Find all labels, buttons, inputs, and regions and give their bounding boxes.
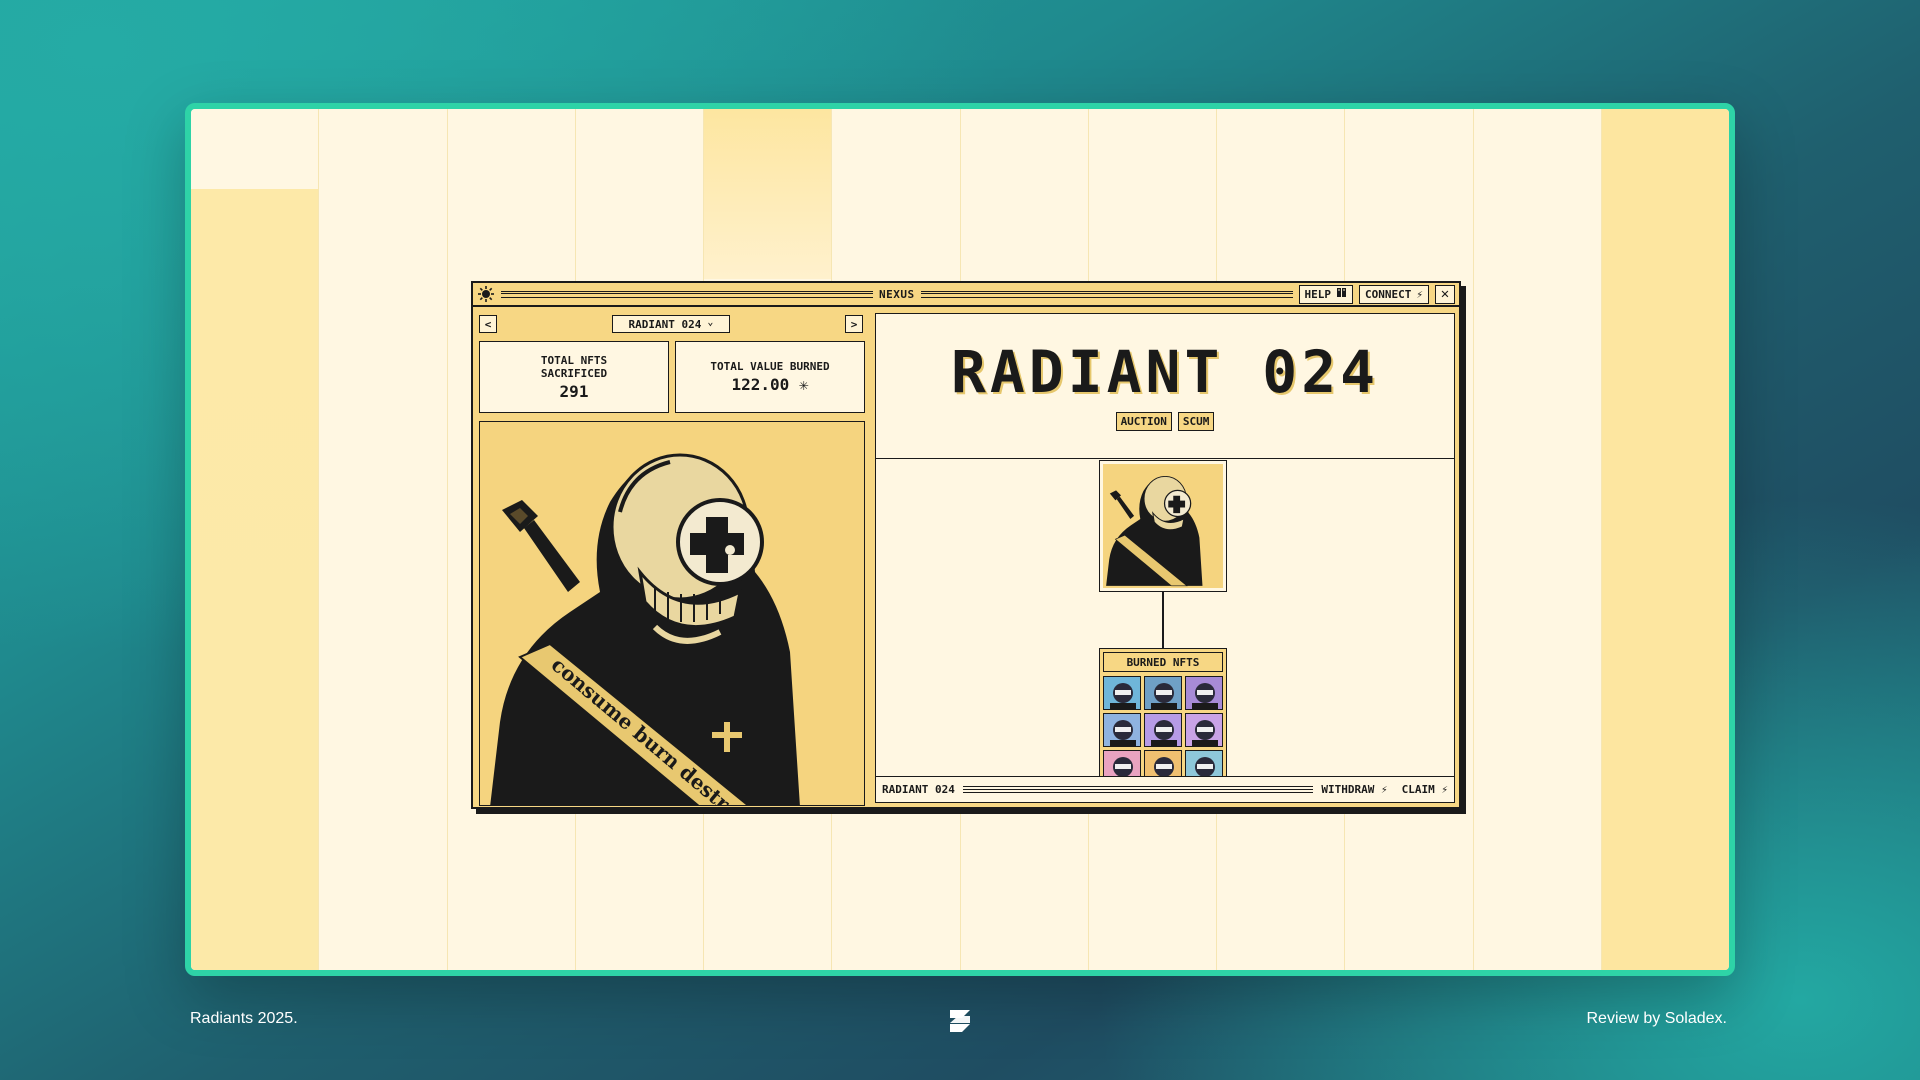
title-rule — [501, 290, 873, 298]
soladex-logo-icon — [946, 1008, 974, 1034]
title-bar: NEXUS HELP CONNECT ⚡ ✕ — [473, 283, 1459, 307]
close-button[interactable]: ✕ — [1435, 284, 1456, 304]
radiant-navigator: < RADIANT 024 ⌄ > — [479, 313, 865, 335]
tree-connector — [1162, 592, 1164, 648]
burned-nft-tile[interactable] — [1144, 676, 1182, 710]
radiant-selector[interactable]: RADIANT 024 ⌄ — [612, 315, 730, 333]
background-column — [319, 109, 448, 970]
status-name: RADIANT 024 — [882, 783, 955, 796]
status-bar: RADIANT 024 WITHDRAW ⚡ CLAIM ⚡ — [876, 776, 1454, 802]
connect-button[interactable]: CONNECT ⚡ — [1359, 284, 1430, 304]
burned-nft-tile[interactable] — [1103, 713, 1141, 747]
stat-label: TOTAL VALUE BURNED — [710, 360, 830, 373]
stat-value-burned: TOTAL VALUE BURNED 122.00 ✳ — [675, 341, 865, 413]
burned-nfts-box: BURNED NFTS — [1099, 648, 1227, 788]
theme-toggle-icon[interactable] — [477, 285, 495, 303]
stat-nfts-sacrificed: TOTAL NFTS SACRIFICED 291 — [479, 341, 669, 413]
hero-section: RADIANT 024 AUCTION SCUM — [876, 314, 1454, 459]
tag-scum[interactable]: SCUM — [1177, 412, 1215, 431]
withdraw-button[interactable]: WITHDRAW ⚡ — [1321, 783, 1387, 796]
book-icon — [1336, 287, 1347, 301]
background-column — [1474, 109, 1602, 970]
radiant-artwork: consume burn destroy — [479, 421, 865, 806]
burned-nft-tile[interactable] — [1103, 676, 1141, 710]
prev-button[interactable]: < — [479, 315, 497, 333]
burned-nfts-header: BURNED NFTS — [1103, 652, 1223, 672]
connect-label: CONNECT — [1365, 287, 1412, 301]
chevron-down-icon: ⌄ — [707, 316, 714, 328]
selected-radiant: RADIANT 024 — [628, 317, 702, 331]
stat-value: 122.00 ✳ — [731, 375, 809, 394]
app-window: NEXUS HELP CONNECT ⚡ ✕ < RADIANT 024 ⌄ >… — [471, 281, 1461, 809]
title-rule — [920, 290, 1293, 298]
burned-nft-tile[interactable] — [1185, 713, 1223, 747]
left-panel: < RADIANT 024 ⌄ > TOTAL NFTS SACRIFICED … — [479, 313, 865, 806]
background-column — [1601, 109, 1729, 970]
claim-button[interactable]: CLAIM ⚡ — [1402, 783, 1448, 796]
status-rule — [962, 786, 1314, 793]
burned-nft-tile[interactable] — [1144, 713, 1182, 747]
background-column — [191, 109, 320, 970]
burn-tree: BURNED NFTS — [876, 459, 1454, 788]
presentation-frame: NEXUS HELP CONNECT ⚡ ✕ < RADIANT 024 ⌄ >… — [185, 103, 1735, 976]
next-button[interactable]: > — [845, 315, 863, 333]
right-panel: RADIANT 024 AUCTION SCUM BURNED NFTS RAD… — [875, 313, 1455, 803]
footer-left-text: Radiants 2025. — [190, 1010, 298, 1027]
close-icon: ✕ — [1440, 286, 1450, 302]
burned-nfts-grid — [1103, 676, 1223, 784]
window-title: NEXUS — [878, 287, 915, 301]
stat-value: 291 — [559, 381, 589, 401]
chevron-left-icon: < — [484, 317, 492, 331]
stat-label: TOTAL NFTS SACRIFICED — [540, 353, 608, 380]
lightning-icon: ⚡ — [1416, 287, 1424, 301]
radiant-thumbnail[interactable] — [1099, 460, 1227, 592]
chevron-right-icon: > — [850, 317, 858, 331]
help-label: HELP — [1304, 287, 1332, 301]
tag-list: AUCTION SCUM — [876, 412, 1454, 431]
burned-nft-tile[interactable] — [1185, 676, 1223, 710]
radiant-thumbnail-image — [1103, 464, 1223, 588]
help-button[interactable]: HELP — [1298, 284, 1354, 304]
radiant-title: RADIANT 024 — [950, 338, 1380, 406]
tag-auction[interactable]: AUCTION — [1115, 412, 1172, 431]
footer-right-text: Review by Soladex. — [1586, 1010, 1727, 1027]
skull-character-illustration: consume burn destroy — [480, 422, 864, 805]
